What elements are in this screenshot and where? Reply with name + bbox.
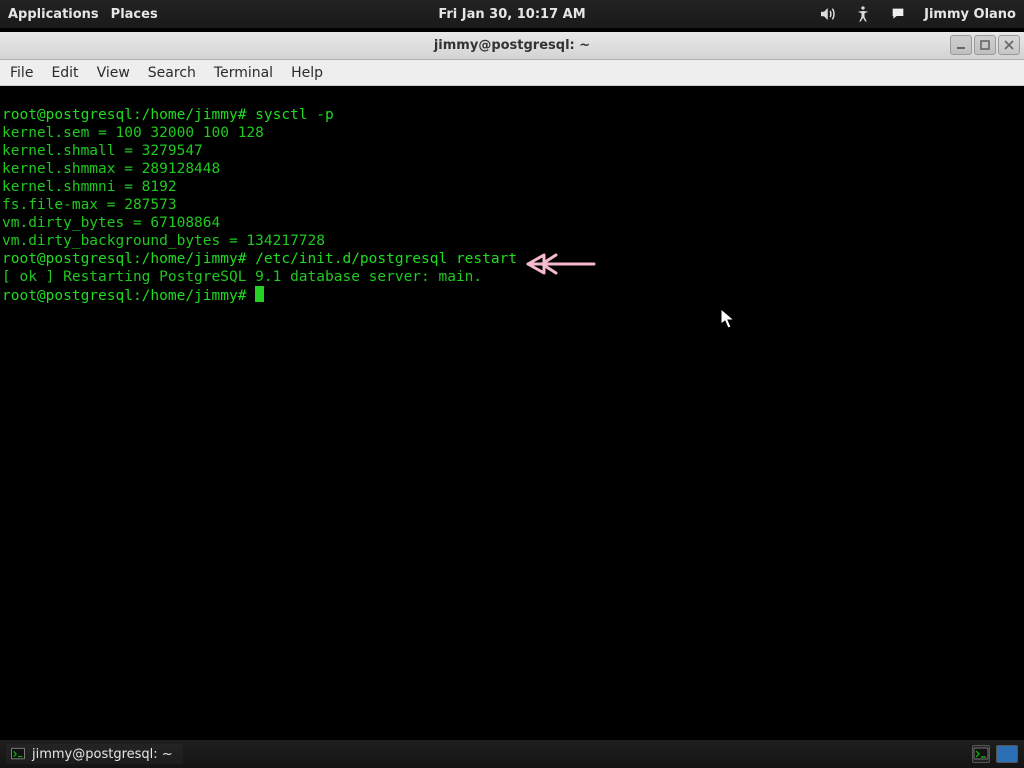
terminal-line: fs.file-max = 287573 bbox=[2, 197, 177, 213]
gnome-top-panel: Applications Places Fri Jan 30, 10:17 AM… bbox=[0, 0, 1024, 28]
terminal-line: root@postgresql:/home/jimmy# sysctl -p bbox=[2, 107, 334, 123]
window-titlebar[interactable]: jimmy@postgresql: ~ bbox=[0, 32, 1024, 60]
terminal-line: kernel.shmmax = 289128448 bbox=[2, 161, 220, 177]
prompt-text: root@postgresql:/home/jimmy# bbox=[2, 288, 255, 304]
terminal-line: kernel.sem = 100 32000 100 128 bbox=[2, 125, 264, 141]
taskbar-terminal-button[interactable]: jimmy@postgresql: ~ bbox=[6, 744, 183, 764]
terminal-menubar: File Edit View Search Terminal Help bbox=[0, 60, 1024, 86]
volume-icon[interactable] bbox=[818, 5, 836, 23]
maximize-button[interactable] bbox=[974, 35, 996, 55]
terminal-viewport[interactable]: root@postgresql:/home/jimmy# sysctl -p k… bbox=[0, 86, 1024, 740]
terminal-icon bbox=[10, 746, 26, 762]
menu-file[interactable]: File bbox=[10, 65, 33, 81]
panel-clock[interactable]: Fri Jan 30, 10:17 AM bbox=[438, 7, 585, 22]
menu-search[interactable]: Search bbox=[148, 65, 196, 81]
user-menu[interactable]: Jimmy Olano bbox=[924, 7, 1016, 22]
applications-menu[interactable]: Applications bbox=[8, 7, 99, 22]
close-button[interactable] bbox=[998, 35, 1020, 55]
menu-view[interactable]: View bbox=[97, 65, 130, 81]
terminal-line: root@postgresql:/home/jimmy# /etc/init.d… bbox=[2, 251, 517, 267]
taskbar-label: jimmy@postgresql: ~ bbox=[32, 747, 173, 762]
places-menu[interactable]: Places bbox=[111, 7, 158, 22]
gnome-bottom-panel: jimmy@postgresql: ~ bbox=[0, 740, 1024, 768]
terminal-cursor bbox=[255, 286, 264, 302]
accessibility-icon[interactable] bbox=[854, 5, 872, 23]
minimize-button[interactable] bbox=[950, 35, 972, 55]
workspace-switcher[interactable] bbox=[996, 745, 1018, 763]
menu-edit[interactable]: Edit bbox=[51, 65, 78, 81]
terminal-line: [ ok ] Restarting PostgreSQL 9.1 databas… bbox=[2, 269, 482, 285]
terminal-window: jimmy@postgresql: ~ File Edit View Searc… bbox=[0, 32, 1024, 740]
terminal-line: kernel.shmmni = 8192 bbox=[2, 179, 177, 195]
terminal-line: vm.dirty_bytes = 67108864 bbox=[2, 215, 220, 231]
menu-terminal[interactable]: Terminal bbox=[214, 65, 273, 81]
terminal-line: root@postgresql:/home/jimmy# bbox=[2, 288, 264, 304]
tray-terminal-icon[interactable] bbox=[972, 745, 990, 763]
terminal-line: vm.dirty_background_bytes = 134217728 bbox=[2, 233, 325, 249]
window-title: jimmy@postgresql: ~ bbox=[434, 38, 590, 53]
chat-icon[interactable] bbox=[890, 6, 906, 22]
menu-help[interactable]: Help bbox=[291, 65, 323, 81]
terminal-line: kernel.shmall = 3279547 bbox=[2, 143, 203, 159]
